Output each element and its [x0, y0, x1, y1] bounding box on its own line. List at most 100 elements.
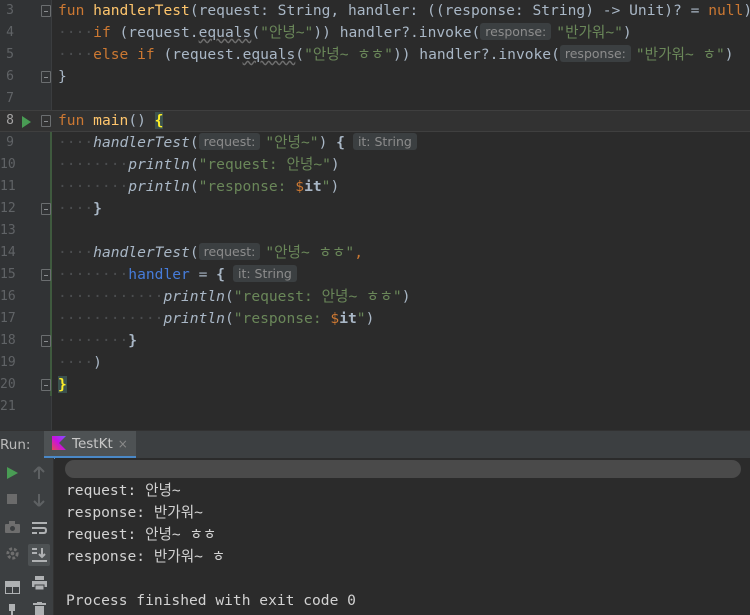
code-line-15[interactable]: 15 ········handler = {it: String [0, 264, 750, 286]
code-line-19[interactable]: 19 ····) [0, 352, 750, 374]
code-text: ( [295, 46, 305, 63]
code-line-13[interactable]: 13 [0, 220, 750, 242]
close-icon[interactable]: × [118, 437, 128, 451]
code-text: () [128, 112, 155, 129]
code-line-5[interactable]: 5 ····else if (request.equals("안녕~ ㅎㅎ"))… [0, 44, 750, 66]
code-text: ( [189, 244, 199, 261]
pin-tab-button[interactable] [1, 600, 23, 615]
console-line: response: 반가워~ [66, 504, 203, 521]
lambda-brace: { [216, 266, 225, 283]
lambda-brace: } [93, 200, 102, 217]
string-literal: " [356, 310, 366, 327]
stop-button[interactable] [1, 488, 23, 510]
up-arrow-icon [33, 466, 45, 479]
code-line-3[interactable]: 3 fun handlerTest(request: String, handl… [0, 0, 750, 22]
code-text: ) [330, 178, 340, 195]
code-text: equals [198, 24, 252, 41]
function-call: handlerTest [93, 134, 190, 151]
fold-toggle-icon[interactable] [41, 335, 51, 347]
settings-button[interactable] [1, 542, 23, 564]
run-toolbar-secondary [24, 458, 54, 615]
string-literal: "반가워~" [556, 24, 623, 41]
line-number: 12 [0, 201, 16, 216]
soft-wrap-button[interactable] [28, 517, 50, 539]
settings-icon [5, 546, 19, 560]
string-literal: "안녕~ ㅎㅎ" [265, 244, 355, 261]
line-number: 19 [0, 355, 16, 370]
fold-toggle-icon[interactable] [41, 71, 51, 83]
lambda-type-hint: it: String [232, 265, 297, 282]
code-text: ( [224, 310, 234, 327]
function-call: handlerTest [93, 244, 190, 261]
fold-toggle-icon[interactable] [41, 203, 51, 215]
code-text: ) { [743, 2, 750, 19]
code-line-18[interactable]: 18 ········} [0, 330, 750, 352]
scroll-to-end-button[interactable] [28, 544, 50, 566]
code-line-14[interactable]: 14 ····handlerTest(request: "안녕~ ㅎㅎ", [0, 242, 750, 264]
code-text: (request. [110, 24, 199, 41]
code-line-8[interactable]: 8 fun main() { [0, 110, 750, 132]
code-line-11[interactable]: 11 ········println("response: $it") [0, 176, 750, 198]
process-exit-message: Process finished with exit code 0 [66, 592, 356, 609]
rerun-button[interactable] [1, 462, 23, 484]
next-occurrence-button[interactable] [28, 489, 50, 511]
print-button[interactable] [28, 572, 50, 594]
code-line-4[interactable]: 4 ····if (request.equals("안녕~")) handler… [0, 22, 750, 44]
code-editor[interactable]: 3 fun handlerTest(request: String, handl… [0, 0, 750, 430]
line-number: 11 [0, 179, 16, 194]
line-number: 6 [6, 69, 14, 84]
string-literal: "response: [233, 310, 331, 327]
tab-testkt[interactable]: TestKt × [44, 431, 136, 459]
string-literal: "안녕~" [260, 24, 314, 41]
console-line: response: 반가워~ ㅎ [66, 548, 226, 565]
fold-toggle-icon[interactable] [41, 379, 51, 391]
tab-label: TestKt [72, 436, 113, 452]
code-text: ( [189, 178, 199, 195]
code-line-9[interactable]: 9 ····handlerTest(request: "안녕~") {it: St… [0, 132, 750, 154]
run-label: Run: [0, 437, 31, 453]
dump-threads-button[interactable] [1, 516, 23, 538]
template-dollar: $ [295, 178, 305, 195]
line-number: 8 [6, 113, 14, 128]
previous-occurrence-button[interactable] [28, 462, 50, 484]
console-output[interactable]: request: 안녕~ response: 반가워~ request: 안녕~… [55, 458, 750, 615]
layout-button[interactable] [1, 576, 23, 598]
it-reference: it [339, 310, 357, 327]
code-line-17[interactable]: 17 ············println("response: $it") [0, 308, 750, 330]
fold-toggle-icon[interactable] [41, 5, 51, 17]
parameter-hint: response: [559, 45, 631, 62]
string-literal: "안녕~ ㅎㅎ" [304, 46, 393, 63]
scroll-to-end-icon [31, 548, 47, 562]
code-text: ( [189, 156, 199, 173]
line-number: 9 [6, 135, 14, 150]
clear-all-button[interactable] [28, 598, 50, 615]
console-line: request: 안녕~ [66, 482, 181, 499]
code-text: ) [93, 354, 102, 371]
line-number: 4 [6, 25, 14, 40]
code-line-20[interactable]: 20 } [0, 374, 750, 396]
keyword-fun: fun [58, 2, 85, 19]
code-text: ( [224, 288, 234, 305]
console-scrollbar[interactable] [65, 460, 741, 478]
keyword-else: else [93, 46, 129, 63]
code-line-10[interactable]: 10 ········println("request: 안녕~") [0, 154, 750, 176]
code-text: ) [724, 46, 734, 63]
line-number: 10 [0, 157, 16, 172]
code-line-7[interactable]: 7 [0, 88, 750, 110]
fold-toggle-icon[interactable] [41, 115, 51, 127]
code-line-16[interactable]: 16 ············println("request: 안녕~ ㅎㅎ"… [0, 286, 750, 308]
function-name: handlerTest [93, 2, 190, 19]
code-text: ( [251, 24, 261, 41]
line-number: 14 [0, 245, 16, 260]
code-line-21[interactable]: 21 [0, 396, 750, 418]
code-line-6[interactable]: 6 } [0, 66, 750, 88]
pin-icon [9, 604, 15, 615]
print-icon [31, 576, 47, 590]
fold-toggle-icon[interactable] [41, 269, 51, 281]
run-gutter-icon[interactable] [22, 116, 31, 128]
code-text: ( [189, 134, 199, 151]
run-toolbar-primary [0, 458, 24, 615]
code-text: ) [330, 156, 340, 173]
code-text: )) handler?.invoke( [313, 24, 481, 41]
code-line-12[interactable]: 12 ····} [0, 198, 750, 220]
